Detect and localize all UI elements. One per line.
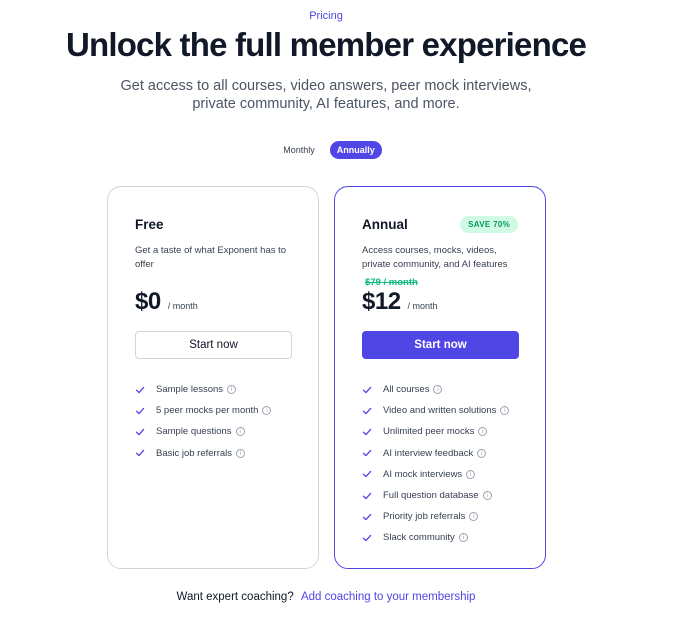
feature-item: Full question database i (362, 485, 509, 506)
check-icon (362, 491, 372, 501)
plan-description: Access courses, mocks, videos, private c… (362, 245, 508, 270)
info-icon[interactable]: i (466, 469, 476, 479)
feature-item: Sample lessons i (135, 379, 271, 400)
toggle-annually[interactable]: Annually (329, 141, 382, 159)
feature-label: Slack community (383, 532, 455, 544)
plan-name: Free (135, 217, 164, 232)
feature-label: Sample lessons (156, 384, 224, 396)
add-coaching-link[interactable]: Add coaching to your membership (301, 591, 476, 603)
subtitle-line-2: private community, AI features, and more… (192, 96, 460, 112)
page-subtitle: Get access to all courses, video answers… (0, 77, 652, 113)
page-title: Unlock the full member experience (65, 26, 587, 63)
check-icon (135, 385, 145, 395)
feature-label: 5 peer mocks per month (156, 405, 259, 417)
check-icon (362, 406, 372, 416)
feature-label: Unlimited peer mocks (383, 426, 475, 438)
old-price: $79 / month (365, 277, 418, 288)
price-amount: $0 (135, 288, 161, 315)
feature-label: AI mock interviews (383, 468, 463, 480)
info-icon[interactable]: i (236, 448, 246, 458)
info-icon[interactable]: i (235, 427, 245, 437)
info-icon[interactable]: i (469, 512, 479, 522)
feature-item: All courses i (362, 379, 509, 400)
plan-card-annual: Annual SAVE 70% Access courses, mocks, v… (334, 186, 546, 569)
info-icon[interactable]: i (458, 533, 468, 543)
info-icon[interactable]: i (227, 385, 237, 395)
info-icon[interactable]: i (478, 427, 488, 437)
info-icon[interactable]: i (482, 491, 492, 501)
feature-list-annual: All courses i Video and written solution… (362, 379, 510, 549)
subtitle-line-1: Get access to all courses, video answers… (120, 78, 532, 94)
feature-item: AI mock interviews i (362, 464, 509, 485)
coaching-prompt: Want expert coaching? (176, 591, 294, 603)
billing-toggle: Monthly Annually (0, 141, 658, 159)
feature-item: 5 peer mocks per month i (135, 400, 272, 421)
plan-price: $0 / month (135, 288, 198, 316)
plan-card-free: Free Get a taste of what Exponent has to… (107, 186, 319, 569)
feature-label: Priority job referrals (383, 511, 466, 523)
check-icon (362, 385, 372, 395)
feature-item: Basic job referrals i (135, 443, 271, 464)
check-icon (362, 448, 372, 458)
start-now-button-annual[interactable]: Start now (362, 331, 519, 359)
start-now-button-free[interactable]: Start now (135, 331, 292, 359)
check-icon (135, 406, 145, 416)
savings-badge: SAVE 70% (460, 216, 518, 233)
feature-label: Video and written solutions (383, 405, 497, 417)
check-icon (135, 427, 145, 437)
check-icon (362, 533, 372, 543)
feature-item: Sample questions i (135, 421, 271, 442)
feature-item: Priority job referrals i (362, 506, 509, 527)
info-icon[interactable]: i (477, 448, 487, 458)
feature-list-free: Sample lessons i 5 peer mocks per month … (135, 379, 272, 464)
feature-label: AI interview feedback (383, 447, 474, 459)
plan-name: Annual (362, 217, 408, 232)
price-period: / month (407, 301, 438, 311)
check-icon (362, 512, 372, 522)
info-icon[interactable]: i (500, 406, 510, 416)
plan-price: $12 / month (362, 288, 438, 316)
feature-item: Video and written solutions i (362, 400, 510, 421)
feature-item: AI interview feedback i (362, 443, 509, 464)
coaching-footer: Want expert coaching? Add coaching to yo… (0, 591, 652, 603)
feature-item: Unlimited peer mocks i (362, 421, 509, 442)
check-icon (362, 469, 372, 479)
price-amount: $12 (362, 288, 401, 315)
feature-label: Sample questions (156, 426, 232, 438)
info-icon[interactable]: i (433, 385, 443, 395)
plan-description: Get a taste of what Exponent has to offe… (135, 245, 287, 270)
feature-label: Full question database (383, 490, 479, 502)
pricing-eyebrow: Pricing (309, 10, 343, 22)
check-icon (135, 448, 145, 458)
feature-label: Basic job referrals (156, 447, 233, 459)
toggle-monthly[interactable]: Monthly (276, 141, 322, 159)
price-period: / month (167, 301, 198, 311)
info-icon[interactable]: i (262, 406, 272, 416)
check-icon (362, 427, 372, 437)
feature-label: All courses (383, 384, 430, 396)
feature-item: Slack community i (362, 527, 509, 548)
